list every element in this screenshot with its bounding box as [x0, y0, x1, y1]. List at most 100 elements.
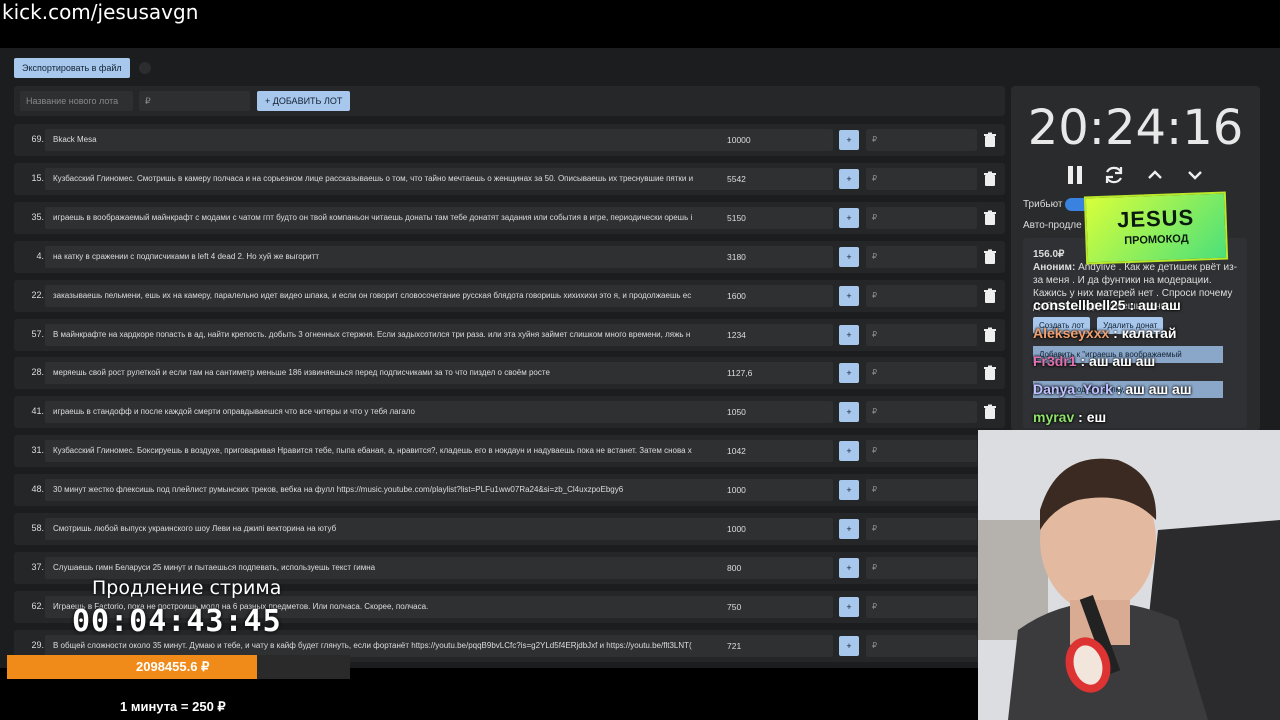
lot-add-button[interactable]: +	[839, 207, 859, 228]
lot-title-field[interactable]: Bkack Mesa	[45, 129, 729, 151]
lot-add-button[interactable]: +	[839, 285, 859, 306]
lot-number: 28.	[31, 367, 44, 378]
lot-row: 28. меряешь свой рост рулеткой и если там…	[14, 357, 1005, 390]
lot-add-amount-input[interactable]: ₽	[866, 245, 977, 268]
lot-add-button[interactable]: +	[839, 246, 859, 267]
lot-amount-field[interactable]: 1234	[722, 323, 833, 346]
lot-number: 35.	[31, 211, 44, 222]
lot-title-field[interactable]: на катку в сражении с подписчиками в lef…	[45, 245, 729, 268]
lot-add-button[interactable]: +	[839, 402, 859, 423]
trash-icon[interactable]	[983, 210, 997, 226]
lot-add-amount-input[interactable]: ₽	[866, 595, 977, 618]
extension-title: Продление стрима	[92, 577, 282, 599]
lot-amount-field[interactable]: 1000	[722, 518, 833, 540]
chat-text: аш аш аш	[1089, 353, 1156, 369]
lot-number: 31.	[31, 445, 44, 456]
lot-number: 22.	[31, 289, 44, 300]
lot-add-amount-input[interactable]: ₽	[866, 440, 977, 463]
trash-icon[interactable]	[983, 327, 997, 343]
lot-amount-field[interactable]: 3180	[722, 245, 833, 268]
chat-text: аш аш	[1138, 297, 1181, 313]
lot-add-button[interactable]: +	[839, 324, 859, 345]
total-progress-bar: 2098455.6 ₽	[7, 655, 350, 679]
lot-amount-field[interactable]: 1042	[722, 440, 833, 463]
lot-add-button[interactable]: +	[839, 168, 859, 189]
lot-amount-field[interactable]: 5542	[722, 167, 833, 190]
lot-number: 4.	[36, 250, 44, 261]
chevron-down-icon[interactable]	[1183, 164, 1207, 186]
chevron-up-icon[interactable]	[1143, 164, 1167, 186]
lot-title-field[interactable]: В майнкрафте на хардкоре попасть в ад, н…	[45, 323, 729, 346]
lot-add-button[interactable]: +	[839, 557, 859, 578]
lot-row: 31. Кузбасский Глиномес. Боксируешь в воз…	[14, 435, 1005, 468]
lot-add-button[interactable]: +	[839, 596, 859, 617]
lot-title-field[interactable]: заказываешь пельмени, ешь их на камеру, …	[45, 284, 729, 307]
lot-add-amount-input[interactable]: ₽	[866, 167, 977, 190]
lot-title-field[interactable]: Кузбасский Глиномес. Боксируешь в воздух…	[45, 440, 729, 463]
screen: kick.com/jesusavgn Экспортировать в файл…	[0, 0, 1280, 720]
extension-timer: 00:04:43:45	[72, 604, 282, 639]
trash-icon[interactable]	[983, 132, 997, 148]
lot-title-field[interactable]: меряешь свой рост рулеткой и если там на…	[45, 362, 729, 385]
lot-amount-field[interactable]: 750	[722, 595, 833, 618]
chat-user: Fr3dr1	[1033, 353, 1077, 369]
lot-price-input[interactable]: ₽	[139, 91, 250, 111]
lot-name-input[interactable]: Название нового лота	[20, 91, 133, 111]
auto-extend-label: Авто-продле	[1023, 220, 1082, 231]
chat-overlay: constellbell25 : аш аш Alekseyxxx : калат…	[1033, 297, 1280, 437]
lot-number: 58.	[31, 523, 44, 533]
lot-add-button[interactable]: +	[839, 441, 859, 462]
lot-row: 41. играешь в стандофф и после каждой сме…	[14, 396, 1005, 429]
lot-amount-field[interactable]: 1050	[722, 401, 833, 424]
lot-add-amount-input[interactable]: ₽	[866, 556, 977, 579]
lot-add-button[interactable]: +	[839, 363, 859, 384]
lot-add-amount-input[interactable]: ₽	[866, 284, 977, 307]
lot-add-button[interactable]: +	[839, 130, 859, 150]
lot-add-amount-input[interactable]: ₽	[866, 323, 977, 346]
lot-title-field[interactable]: играешь в стандофф и после каждой смерти…	[45, 401, 729, 424]
lot-add-amount-input[interactable]: ₽	[866, 518, 977, 540]
lot-add-amount-input[interactable]: ₽	[866, 206, 977, 229]
lot-amount-field[interactable]: 1127,6	[722, 362, 833, 385]
lot-title-field[interactable]: Смотришь любой выпуск украинского шоу Ле…	[45, 518, 729, 540]
lot-add-button[interactable]: +	[839, 635, 859, 656]
lot-amount-field[interactable]: 1600	[722, 284, 833, 307]
trash-icon[interactable]	[983, 249, 997, 265]
lot-amount-field[interactable]: 800	[722, 556, 833, 579]
lot-title-field[interactable]: Кузбасский Глиномес. Смотришь в камеру п…	[45, 167, 729, 190]
tribute-label: Трибьют	[1023, 199, 1063, 210]
webcam-feed	[978, 430, 1280, 720]
refresh-icon[interactable]	[1102, 164, 1126, 186]
pause-icon[interactable]	[1063, 164, 1087, 186]
lot-amount-field[interactable]: 5150	[722, 206, 833, 229]
lot-title-field[interactable]: Слушаешь гимн Беларуси 25 минут и пытаеш…	[45, 556, 729, 579]
lot-add-button[interactable]: +	[839, 480, 859, 501]
lot-row: 35. играешь в воображаемый майнкрафт с мо…	[14, 201, 1005, 234]
promo-title: JESUS	[1116, 204, 1195, 233]
lot-add-amount-input[interactable]: ₽	[866, 362, 977, 385]
add-lot-button[interactable]: + ДОБАВИТЬ ЛОТ	[257, 91, 351, 111]
browser-url[interactable]: kick.com/jesusavgn	[2, 0, 198, 24]
trash-icon[interactable]	[983, 365, 997, 381]
lot-add-amount-input[interactable]: ₽	[866, 401, 977, 424]
lot-add-amount-input[interactable]: ₽	[866, 634, 977, 657]
trash-icon[interactable]	[983, 404, 997, 420]
lot-number: 62.	[31, 600, 44, 611]
lot-add-amount-input[interactable]: ₽	[866, 129, 977, 151]
chat-user: constellbell25	[1033, 297, 1126, 313]
trash-icon[interactable]	[983, 171, 997, 187]
lot-title-field[interactable]: 30 минут жестко флексишь под плейлист ру…	[45, 479, 729, 502]
lot-row: 58. Смотришь любой выпуск украинского шоу…	[14, 513, 1005, 545]
lot-row: 57. В майнкрафте на хардкоре попасть в ад…	[14, 318, 1005, 351]
lot-amount-field[interactable]: 10000	[722, 129, 833, 151]
lot-add-amount-input[interactable]: ₽	[866, 479, 977, 502]
trash-icon[interactable]	[983, 288, 997, 304]
lot-amount-field[interactable]: 721	[722, 634, 833, 657]
export-button[interactable]: Экспортировать в файл	[14, 58, 130, 78]
lot-number: 37.	[31, 561, 44, 572]
chat-text: еш	[1086, 409, 1107, 425]
lot-title-field[interactable]: играешь в воображаемый майнкрафт с модам…	[45, 206, 729, 229]
lot-add-button[interactable]: +	[839, 519, 859, 539]
lot-amount-field[interactable]: 1000	[722, 479, 833, 502]
lot-number: 41.	[31, 406, 44, 417]
